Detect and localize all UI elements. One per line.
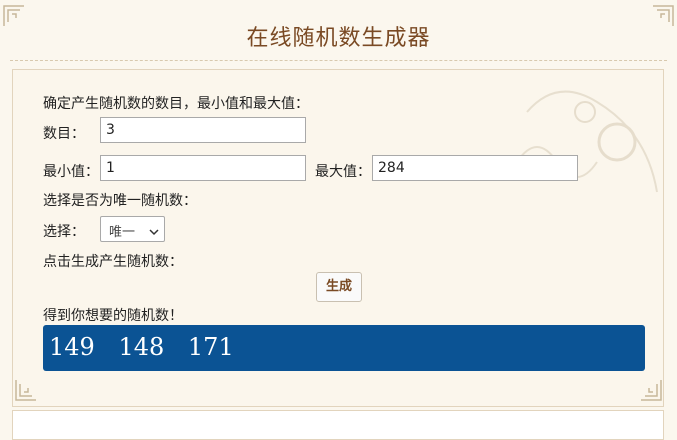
corner-ornament-icon [639,378,663,402]
unique-select-value: 唯一 [109,225,136,240]
intro-text: 确定产生随机数的数目，最小值和最大值： [43,96,309,112]
max-input[interactable] [372,155,578,181]
page: 在线随机数生成器 确定产生随机数的数目，最小值和最大值： 数目： 最小值： 最大… [0,0,677,440]
number-pattern-decoration [497,72,667,232]
count-input[interactable] [100,117,306,143]
corner-ornament-icon [14,378,38,402]
result-number: 149 [49,333,95,361]
count-label: 数目： [43,126,85,142]
unique-select[interactable]: 唯一 [100,216,165,242]
result-number: 171 [187,333,234,361]
corner-ornament-icon [651,4,675,28]
select-label: 选择： [43,224,85,240]
min-input[interactable] [100,155,306,181]
secondary-panel [12,410,664,440]
result-box: 149 148 171 [43,325,645,371]
max-label: 最大值： [315,164,371,180]
header: 在线随机数生成器 [0,0,677,62]
page-title: 在线随机数生成器 [246,26,431,51]
corner-ornament-icon [2,4,26,28]
result-number: 148 [118,333,165,361]
unique-prompt: 选择是否为唯一随机数： [43,193,197,209]
min-label: 最小值： [43,164,99,180]
generate-prompt: 点击生成产生随机数： [43,254,183,270]
result-label: 得到你想要的随机数！ [43,308,183,324]
header-divider [10,60,667,61]
generate-button[interactable]: 生成 [316,272,362,302]
chevron-down-icon [149,225,159,240]
